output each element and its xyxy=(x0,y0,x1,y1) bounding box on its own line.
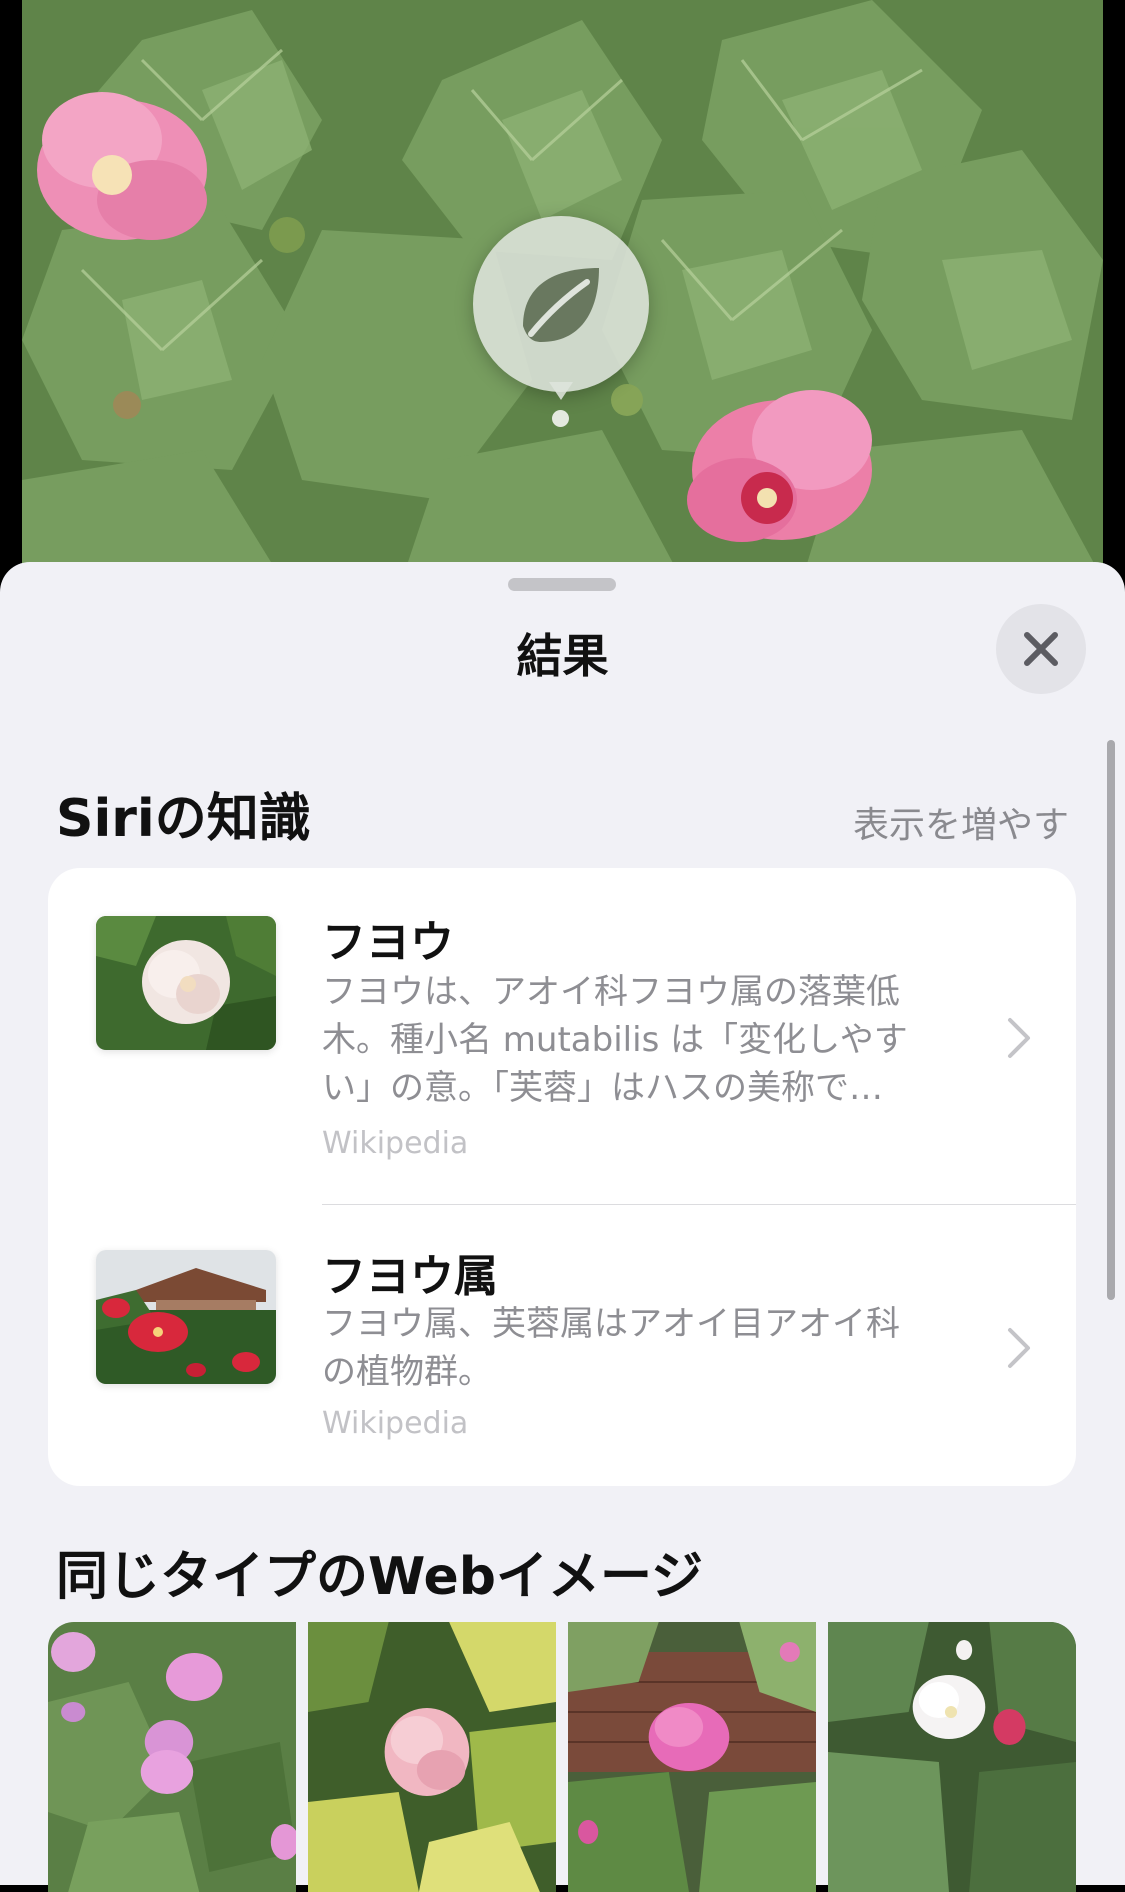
web-image[interactable] xyxy=(828,1622,1076,1892)
scroll-indicator[interactable] xyxy=(1107,740,1115,1300)
xmark-icon xyxy=(1024,632,1058,666)
knowledge-item-source: Wikipedia xyxy=(322,1406,469,1441)
knowledge-item-source: Wikipedia xyxy=(322,1126,469,1161)
web-image[interactable] xyxy=(48,1622,296,1892)
sheet-title: 結果 xyxy=(516,629,609,683)
web-images-heading: 同じタイプのWebイメージ xyxy=(56,1547,703,1607)
web-image[interactable] xyxy=(308,1622,556,1892)
visual-lookup-anchor-dot xyxy=(552,410,569,427)
knowledge-item-description: フヨウは、アオイ科フヨウ属の落葉低 木。種小名 mutabilis は「変化しや… xyxy=(322,968,1002,1112)
web-image[interactable] xyxy=(568,1622,816,1892)
desc-line: フヨウ属、芙蓉属はアオイ目アオイ科 xyxy=(322,1304,900,1344)
sheet-grabber[interactable] xyxy=(508,578,616,591)
show-more-button[interactable]: 表示を増やす xyxy=(853,796,1069,848)
knowledge-item-description: フヨウ属、芙蓉属はアオイ目アオイ科 の植物群。 xyxy=(322,1300,1002,1396)
visual-lookup-button[interactable] xyxy=(473,216,649,392)
leaf-icon xyxy=(523,268,599,342)
siri-knowledge-card: フヨウ フヨウは、アオイ科フヨウ属の落葉低 木。種小名 mutabilis は「… xyxy=(48,868,1076,1486)
chevron-right-icon xyxy=(1008,1018,1030,1058)
knowledge-item[interactable]: フヨウ属 フヨウ属、芙蓉属はアオイ目アオイ科 の植物群。 Wikipedia xyxy=(48,1204,1076,1486)
knowledge-item[interactable]: フヨウ フヨウは、アオイ科フヨウ属の落葉低 木。種小名 mutabilis は「… xyxy=(48,868,1076,1204)
chevron-right-icon xyxy=(1008,1328,1030,1368)
red-hibiscus-thumbnail xyxy=(96,1250,276,1384)
close-button[interactable] xyxy=(996,604,1086,694)
siri-knowledge-heading: Siriの知識 xyxy=(56,789,311,849)
desc-line: の植物群。 xyxy=(322,1352,492,1392)
desc-line: い」の意。「芙蓉」はハスの美称で… xyxy=(322,1068,883,1108)
desc-line: 木。種小名 mutabilis は「変化しやす xyxy=(322,1020,908,1060)
knowledge-item-title: フヨウ xyxy=(322,917,454,968)
knowledge-item-title: フヨウ属 xyxy=(322,1251,498,1302)
desc-line: フヨウは、アオイ科フヨウ属の落葉低 xyxy=(322,972,900,1012)
white-hibiscus-thumbnail xyxy=(96,916,276,1050)
results-sheet: 結果 Siriの知識 表示を増やす フヨウ フヨウは、アオイ科フヨウ属の落葉低 … xyxy=(0,562,1125,1892)
web-images-row xyxy=(48,1622,1076,1892)
